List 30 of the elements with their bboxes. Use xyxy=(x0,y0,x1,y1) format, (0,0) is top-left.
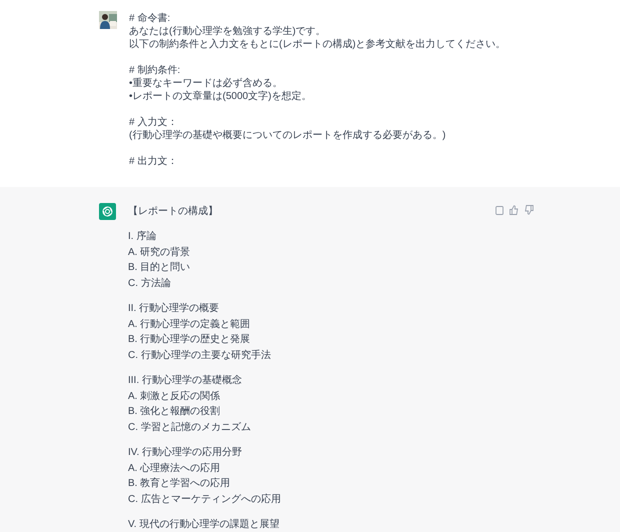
clipboard-icon[interactable] xyxy=(495,205,504,215)
prompt-line: あなたは(行動心理学を勉強する学生)です。 xyxy=(129,25,327,38)
prompt-line: •重要なキーワードは必ず含める。 xyxy=(129,77,284,90)
outline-item: B. 目的と問い xyxy=(128,261,192,275)
prompt-line: # 出力文： xyxy=(129,155,178,168)
outline-item: C. 広告とマーケティングへの応用 xyxy=(128,492,282,506)
outline-item: C. 学習と記憶のメカニズム xyxy=(128,420,252,434)
thumbs-up-icon[interactable] xyxy=(509,205,519,215)
prompt-line: (行動心理学の基礎や概要についてのレポートを作成する必要がある。) xyxy=(129,129,447,142)
outline-item: B. 行動心理学の歴史と発展 xyxy=(128,332,252,347)
prompt-line: # 制約条件: xyxy=(129,64,182,77)
outline-item: A. 心理療法への応用 xyxy=(128,462,222,476)
section-heading: V. 現代の行動心理学の課題と展望 xyxy=(128,518,280,532)
outline-item: A. 刺激と反応の関係 xyxy=(128,390,222,404)
outline-item: B. 教育と学習への応用 xyxy=(128,476,232,491)
section-heading: III. 行動心理学の基礎概念 xyxy=(128,374,243,388)
prompt-line: # 入力文： xyxy=(129,116,178,129)
section-heading: I. 序論 xyxy=(128,230,158,244)
section-heading: IV. 行動心理学の応用分野 xyxy=(128,446,244,460)
prompt-line: # 命令書: xyxy=(129,12,172,25)
prompt-line: 以下の制約条件と入力文をもとに(レポートの構成)と参考文献を出力してください。 xyxy=(129,38,506,51)
section-heading: II. 行動心理学の概要 xyxy=(128,302,220,316)
outline-item: B. 強化と報酬の役割 xyxy=(128,404,222,419)
outline-item: C. 方法論 xyxy=(128,276,172,290)
outline-item: A. 行動心理学の定義と範囲 xyxy=(128,318,252,332)
response-heading: 【レポートの構成】 xyxy=(128,204,219,219)
prompt-line: •レポートの文章量は(5000文字)を想定。 xyxy=(129,90,312,103)
outline-item: C. 行動心理学の主要な研究手法 xyxy=(128,348,272,362)
outline-item: A. 研究の背景 xyxy=(128,246,192,260)
thumbs-down-icon[interactable] xyxy=(524,205,534,215)
